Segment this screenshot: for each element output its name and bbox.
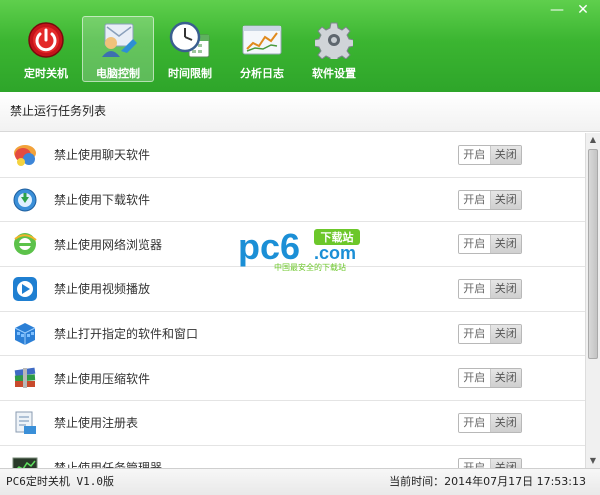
chat-icon: [14, 144, 36, 166]
archive-icon: [14, 367, 36, 389]
list-item: 禁止打开指定的软件和窗口 开启 关闭: [0, 312, 585, 357]
list-item: 禁止使用压缩软件 开启 关闭: [0, 356, 585, 402]
toggle-video: 开启 关闭: [458, 278, 522, 299]
toggle-chat: 开启 关闭: [458, 144, 522, 165]
row-label: 禁止使用网络浏览器: [54, 237, 163, 252]
disable-button[interactable]: 关闭: [490, 145, 521, 164]
download-icon: [13, 188, 37, 212]
nav-time-limit[interactable]: 时间限制: [154, 16, 226, 82]
nav-label: 电脑控制: [96, 67, 140, 80]
clock-calendar-icon: [168, 20, 212, 60]
task-manager-icon: [12, 457, 38, 468]
nav-label: 分析日志: [240, 67, 284, 80]
toggle-browser: 开启 关闭: [458, 234, 522, 255]
disable-button[interactable]: 关闭: [490, 369, 521, 388]
toggle-registry: 开启 关闭: [458, 412, 522, 433]
section-title: 禁止运行任务列表: [0, 92, 600, 132]
close-button[interactable]: ✕: [572, 2, 594, 18]
nav-label: 软件设置: [312, 67, 356, 80]
nav-computer-control[interactable]: 电脑控制: [82, 16, 154, 82]
app-version: PC6定时关机 V1.0版: [6, 475, 114, 488]
enable-button[interactable]: 开启: [459, 190, 491, 209]
current-time: 当前时间：2014年07月17日 17:53:13: [389, 469, 586, 495]
enable-button[interactable]: 开启: [459, 145, 491, 164]
power-icon: [24, 20, 68, 60]
status-bar: PC6定时关机 V1.0版 当前时间：2014年07月17日 17:53:13: [0, 468, 600, 495]
task-list: 禁止使用聊天软件 开启 关闭 禁止使用下载软件 开启 关闭 禁止使用网络浏览器 …: [0, 133, 585, 468]
enable-button[interactable]: 开启: [459, 279, 491, 298]
enable-button[interactable]: 开启: [459, 458, 491, 468]
list-item: 禁止使用聊天软件 开启 关闭: [0, 133, 585, 178]
computer-control-icon: [96, 20, 140, 60]
disable-button[interactable]: 关闭: [490, 324, 521, 343]
row-label: 禁止使用注册表: [54, 416, 139, 431]
list-item: 禁止使用注册表 开启 关闭: [0, 401, 585, 446]
video-player-icon: [13, 276, 37, 301]
scroll-thumb[interactable]: [588, 149, 598, 359]
window-cube-icon: [14, 322, 36, 345]
disable-button[interactable]: 关闭: [490, 458, 521, 468]
nav-analysis-log[interactable]: 分析日志: [226, 16, 298, 82]
registry-icon: [15, 411, 36, 434]
analysis-log-icon: [240, 20, 284, 60]
row-label: 禁止使用下载软件: [54, 193, 151, 208]
toggle-download: 开启 关闭: [458, 189, 522, 210]
main-nav: 定时关机 电脑控制 时间限制 分析日志 软件设置: [10, 16, 370, 82]
enable-button[interactable]: 开启: [459, 369, 491, 388]
scrollbar[interactable]: ▲ ▼: [585, 133, 600, 468]
list-item: 禁止使用视频播放 开启 关闭: [0, 267, 585, 312]
enable-button[interactable]: 开启: [459, 235, 491, 254]
nav-label: 时间限制: [168, 67, 212, 80]
list-item: 禁止使用下载软件 开启 关闭: [0, 178, 585, 223]
scroll-up-icon[interactable]: ▲: [586, 133, 600, 147]
nav-label: 定时关机: [24, 67, 68, 80]
row-label: 禁止使用压缩软件: [54, 371, 151, 386]
time-label: 当前时间：: [389, 475, 445, 488]
row-label: 禁止打开指定的软件和窗口: [54, 327, 199, 342]
time-value: 2014年07月17日 17:53:13: [444, 475, 586, 488]
list-item: 禁止使用任务管理器 开启 关闭: [0, 446, 585, 468]
disable-button[interactable]: 关闭: [490, 235, 521, 254]
nav-timed-shutdown[interactable]: 定时关机: [10, 16, 82, 82]
disable-button[interactable]: 关闭: [490, 190, 521, 209]
row-label: 禁止使用任务管理器: [54, 459, 162, 468]
disable-button[interactable]: 关闭: [490, 279, 521, 298]
minimize-button[interactable]: —: [546, 2, 568, 18]
window-controls: — ✕: [546, 2, 594, 18]
toggle-task-manager: 开启 关闭: [458, 457, 522, 468]
scroll-down-icon[interactable]: ▼: [586, 454, 600, 468]
top-toolbar: — ✕ 定时关机 电脑控制 时间限制 分析日志 软件设置: [0, 0, 600, 92]
enable-button[interactable]: 开启: [459, 324, 491, 343]
gear-icon: [312, 20, 356, 60]
list-item: 禁止使用网络浏览器 开启 关闭: [0, 222, 585, 268]
toggle-archive: 开启 关闭: [458, 368, 522, 389]
toggle-window: 开启 关闭: [458, 323, 522, 344]
row-label: 禁止使用聊天软件: [54, 148, 151, 163]
browser-icon: [14, 233, 37, 256]
nav-settings[interactable]: 软件设置: [298, 16, 370, 82]
disable-button[interactable]: 关闭: [490, 413, 521, 432]
enable-button[interactable]: 开启: [459, 413, 491, 432]
row-label: 禁止使用视频播放: [54, 282, 151, 297]
